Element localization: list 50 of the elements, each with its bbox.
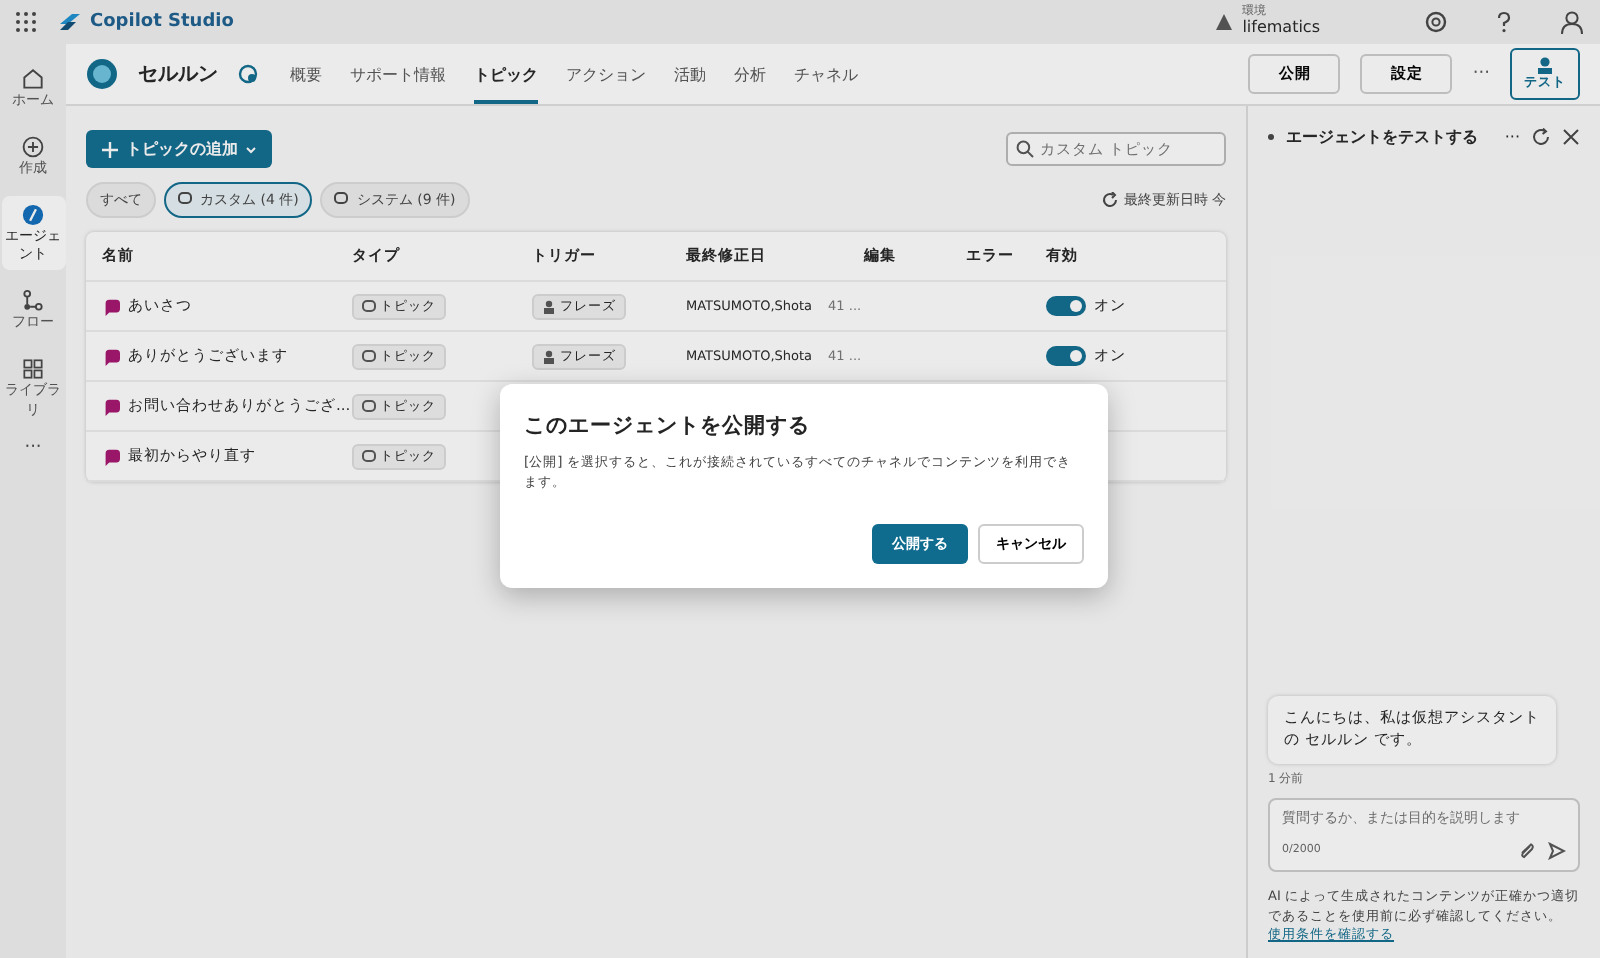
send-icon[interactable] [1548, 841, 1566, 860]
more-button[interactable]: ··· [24, 437, 42, 458]
home-icon [20, 66, 46, 92]
dialog-title: このエージェントを公開する [524, 412, 812, 440]
refresh-icon[interactable] [1532, 128, 1550, 146]
chat-icon [102, 297, 120, 315]
attach-icon[interactable] [1518, 841, 1536, 860]
nav-tab[interactable]: 分析 [734, 45, 766, 103]
chat-icon [102, 447, 120, 465]
add-topic-button[interactable]: トピックの追加 [86, 130, 272, 168]
person-icon [1536, 56, 1554, 74]
nav-tab[interactable]: チャネル [794, 45, 858, 103]
chat-icon [362, 399, 376, 413]
flow-icon [20, 288, 46, 315]
agent-icon [20, 202, 46, 229]
status-icon [238, 64, 258, 84]
close-icon[interactable] [1562, 128, 1580, 146]
nav-tab[interactable]: アクション [566, 45, 646, 103]
search-icon [1016, 140, 1034, 158]
panel-title: エージェントをテストする [1286, 126, 1478, 148]
chat-icon [102, 397, 120, 415]
person-icon [542, 299, 556, 313]
chat-icon [334, 192, 351, 208]
more-button[interactable]: ··· [1472, 64, 1490, 84]
agent-avatar-icon [86, 58, 118, 90]
account-icon[interactable] [1560, 10, 1584, 34]
nav-tab[interactable]: サポート情報 [350, 45, 446, 103]
chat-icon [102, 347, 120, 365]
add-icon [20, 134, 46, 161]
chat-icon [178, 192, 194, 208]
nav-tab[interactable]: 概要 [290, 45, 322, 103]
chat-icon [362, 349, 376, 363]
settings-icon[interactable] [1424, 10, 1448, 34]
more-button[interactable]: ··· [1504, 128, 1520, 146]
app-title: Copilot Studio [90, 12, 234, 32]
chat-icon [362, 449, 376, 463]
agent-name: セルルン [138, 62, 218, 88]
environment-name[interactable]: lifematics [1242, 19, 1320, 38]
app-launcher-icon[interactable] [16, 11, 38, 33]
chat-icon [362, 299, 376, 313]
refresh-icon [1101, 192, 1118, 208]
plus-icon [102, 141, 118, 157]
nav-tab[interactable]: 活動 [674, 45, 706, 103]
help-icon[interactable] [1492, 10, 1516, 34]
chevron-down-icon [246, 145, 256, 153]
logo-icon [58, 12, 82, 32]
enabled-toggle[interactable] [1046, 346, 1086, 366]
person-icon [542, 349, 556, 363]
grid-icon [20, 356, 46, 383]
enabled-toggle[interactable] [1046, 296, 1086, 316]
